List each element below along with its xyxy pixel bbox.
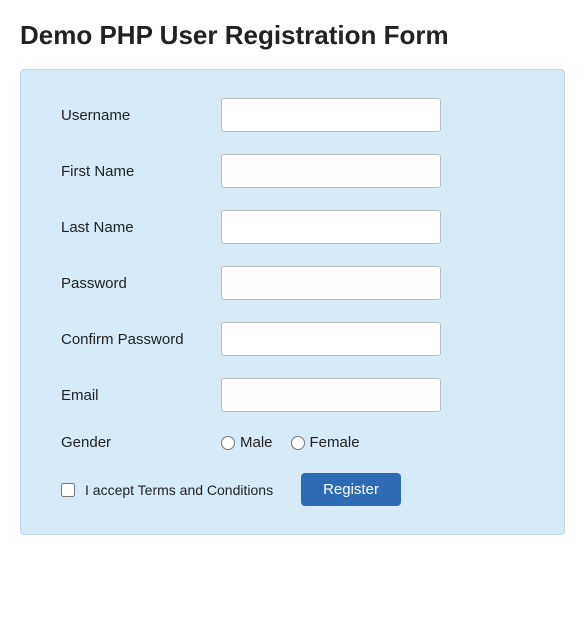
first-name-label: First Name [61, 163, 221, 180]
email-row: Email [61, 378, 524, 412]
gender-female-option[interactable]: Female [291, 434, 360, 451]
gender-male-option[interactable]: Male [221, 434, 273, 451]
page-title: Demo PHP User Registration Form [20, 20, 565, 51]
confirm-password-row: Confirm Password [61, 322, 524, 356]
password-label: Password [61, 275, 221, 292]
confirm-password-input[interactable] [221, 322, 441, 356]
password-input[interactable] [221, 266, 441, 300]
last-name-label: Last Name [61, 219, 221, 236]
last-name-input[interactable] [221, 210, 441, 244]
register-button[interactable]: Register [301, 473, 401, 506]
terms-checkbox[interactable] [61, 483, 75, 497]
gender-label: Gender [61, 434, 221, 451]
first-name-input[interactable] [221, 154, 441, 188]
gender-male-radio[interactable] [221, 436, 235, 450]
email-label: Email [61, 387, 221, 404]
confirm-password-label: Confirm Password [61, 331, 221, 348]
gender-female-radio[interactable] [291, 436, 305, 450]
gender-male-label: Male [240, 434, 273, 451]
terms-label: I accept Terms and Conditions [85, 482, 273, 498]
gender-options: Male Female [221, 434, 360, 451]
gender-female-label: Female [310, 434, 360, 451]
username-input[interactable] [221, 98, 441, 132]
terms-row: I accept Terms and Conditions Register [61, 473, 524, 506]
username-row: Username [61, 98, 524, 132]
email-input[interactable] [221, 378, 441, 412]
registration-form: Username First Name Last Name Password C… [20, 69, 565, 535]
gender-row: Gender Male Female [61, 434, 524, 451]
username-label: Username [61, 107, 221, 124]
password-row: Password [61, 266, 524, 300]
first-name-row: First Name [61, 154, 524, 188]
last-name-row: Last Name [61, 210, 524, 244]
